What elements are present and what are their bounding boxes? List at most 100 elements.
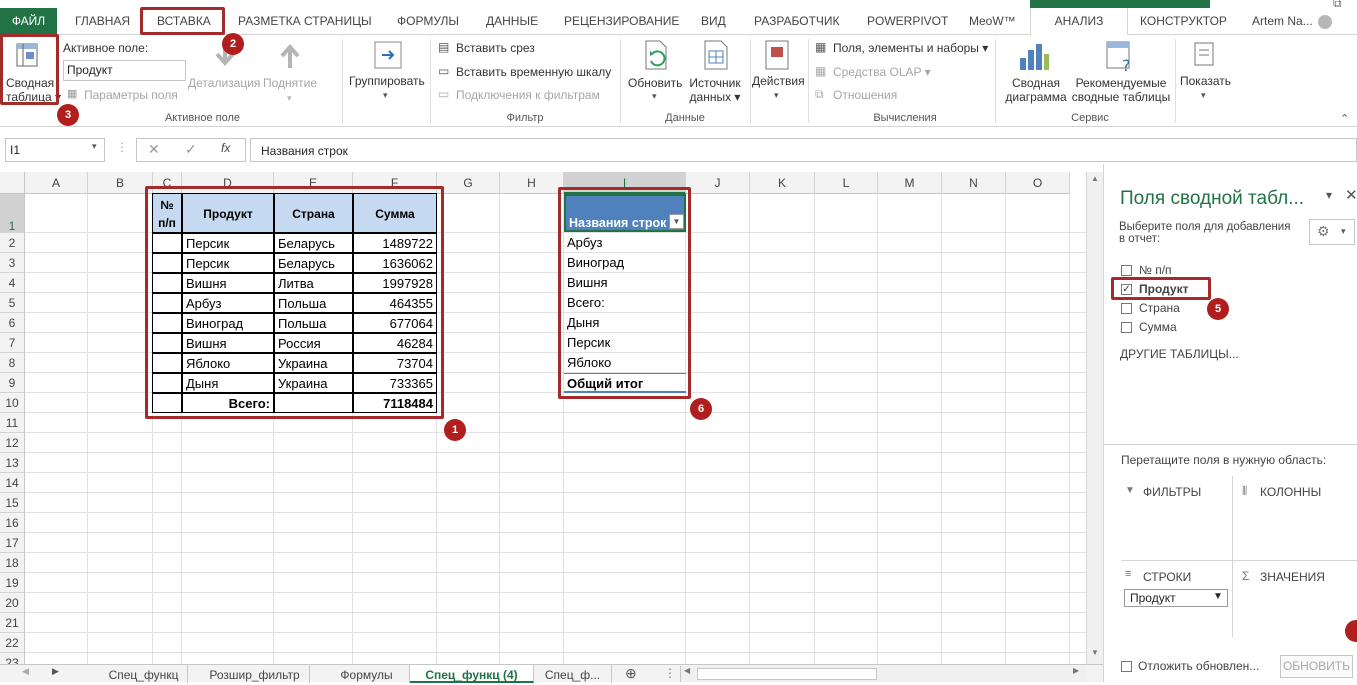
sheet-tab[interactable]: Спец_функц	[100, 665, 188, 683]
values-area[interactable]: Σ ЗНАЧЕНИЯ	[1234, 561, 1354, 637]
column-header-h[interactable]: H	[500, 172, 564, 194]
group-button[interactable]: Группировать	[349, 74, 425, 88]
row-header-1[interactable]: 1	[0, 194, 25, 233]
update-button[interactable]: ОБНОВИТЬ	[1280, 655, 1353, 678]
tab-file[interactable]: ФАЙЛ	[0, 8, 57, 35]
field-checkbox[interactable]	[1121, 303, 1132, 314]
drillup-button[interactable]: Поднятие	[263, 76, 317, 90]
row-header-17[interactable]: 17	[0, 533, 25, 553]
user-avatar[interactable]	[1318, 15, 1332, 29]
field-checkbox[interactable]	[1121, 265, 1132, 276]
show-button[interactable]: Показать	[1180, 74, 1231, 88]
field-settings-button[interactable]: Параметры поля	[84, 88, 178, 102]
collapse-ribbon-icon[interactable]: ⌃	[1340, 112, 1349, 125]
tab-formulas[interactable]: ФОРМУЛЫ	[397, 8, 459, 35]
row-header-10[interactable]: 10	[0, 393, 25, 413]
drilldown-button[interactable]: Детализация	[188, 76, 260, 90]
column-header-g[interactable]: G	[437, 172, 500, 194]
filters-area[interactable]: ▼ ФИЛЬТРЫ	[1121, 476, 1233, 560]
column-header-m[interactable]: M	[878, 172, 942, 194]
sheet-tab[interactable]: Розшир_фильтр	[200, 665, 310, 683]
scroll-right-icon[interactable]: ▶	[1073, 666, 1079, 675]
rows-area[interactable]: ≡ СТРОКИ Продукт ▼	[1121, 561, 1233, 637]
insert-slicer-button[interactable]: Вставить срез	[456, 41, 535, 55]
recommended-pivot-button[interactable]: Рекомендуемые сводные таблицы	[1071, 76, 1171, 104]
name-box[interactable]: I1	[5, 138, 105, 162]
pivot-chart-button[interactable]: Сводная диаграмма	[1005, 76, 1067, 104]
scroll-down-icon[interactable]: ▼	[1091, 648, 1099, 657]
insert-function-icon[interactable]: fx	[221, 141, 230, 155]
row-header-19[interactable]: 19	[0, 573, 25, 593]
row-header-22[interactable]: 22	[0, 633, 25, 653]
row-header-5[interactable]: 5	[0, 293, 25, 313]
relationships-button[interactable]: Отношения	[833, 88, 897, 102]
name-box-dropdown-icon[interactable]: ▾	[92, 141, 97, 152]
row-header-6[interactable]: 6	[0, 313, 25, 333]
row-header-7[interactable]: 7	[0, 333, 25, 353]
active-field-input[interactable]: Продукт	[63, 60, 186, 81]
fields-items-sets-button[interactable]: Поля, элементы и наборы ▾	[833, 41, 988, 55]
pane-menu-icon[interactable]: ▾	[1326, 188, 1332, 202]
sheet-tab[interactable]: Спец_ф...	[534, 665, 612, 683]
tab-analyze[interactable]: АНАЛИЗ	[1030, 8, 1128, 36]
field-checkbox[interactable]	[1121, 322, 1132, 333]
vertical-scrollbar[interactable]: ▲ ▼	[1086, 172, 1103, 664]
row-header-3[interactable]: 3	[0, 253, 25, 273]
show-dropdown-icon[interactable]: ▾	[1201, 90, 1206, 101]
user-name[interactable]: Artem Na...	[1252, 8, 1313, 35]
sheet-tab[interactable]: Формулы	[324, 665, 410, 683]
restore-icon[interactable]: ⧉	[1333, 0, 1342, 8]
field-label[interactable]: № п/п	[1139, 263, 1172, 277]
row-header-12[interactable]: 12	[0, 433, 25, 453]
cancel-icon[interactable]: ✕	[148, 141, 160, 158]
tab-review[interactable]: РЕЦЕНЗИРОВАНИЕ	[564, 8, 679, 35]
field-label[interactable]: Сумма	[1139, 320, 1177, 334]
sheet-next-icon[interactable]: ▶	[52, 666, 59, 677]
tab-page-layout[interactable]: РАЗМЕТКА СТРАНИЦЫ	[238, 8, 372, 35]
enter-icon[interactable]: ✓	[185, 141, 197, 158]
pane-settings-button[interactable]: ⚙ ▾	[1309, 219, 1355, 245]
row-header-18[interactable]: 18	[0, 553, 25, 573]
tab-home[interactable]: ГЛАВНАЯ	[75, 8, 130, 35]
defer-update-checkbox[interactable]	[1121, 661, 1132, 672]
formula-bar-handle-icon[interactable]: ⋮	[116, 140, 128, 154]
row-header-11[interactable]: 11	[0, 413, 25, 433]
select-all-corner[interactable]	[0, 172, 25, 194]
row-header-9[interactable]: 9	[0, 373, 25, 393]
row-header-2[interactable]: 2	[0, 233, 25, 253]
refresh-dropdown-icon[interactable]: ▾	[652, 91, 657, 102]
column-header-k[interactable]: K	[750, 172, 815, 194]
row-header-21[interactable]: 21	[0, 613, 25, 633]
scroll-left-icon[interactable]: ◀	[684, 666, 690, 675]
row-header-8[interactable]: 8	[0, 353, 25, 373]
column-header-o[interactable]: O	[1006, 172, 1070, 194]
tab-design[interactable]: КОНСТРУКТОР	[1140, 8, 1227, 35]
column-header-l[interactable]: L	[815, 172, 878, 194]
tab-developer[interactable]: РАЗРАБОТЧИК	[754, 8, 840, 35]
scroll-up-icon[interactable]: ▲	[1091, 174, 1099, 183]
tab-meow[interactable]: MeoW™	[969, 8, 1016, 35]
horizontal-scrollbar[interactable]: ◀ ▶	[680, 666, 1086, 682]
formula-input[interactable]: Названия строк	[250, 138, 1357, 162]
row-header-20[interactable]: 20	[0, 593, 25, 613]
filter-connections-button[interactable]: Подключения к фильтрам	[456, 88, 600, 102]
column-header-n[interactable]: N	[942, 172, 1006, 194]
sheet-tab[interactable]: Спец_функц (4)	[410, 665, 534, 683]
row-header-15[interactable]: 15	[0, 493, 25, 513]
row-header-4[interactable]: 4	[0, 273, 25, 293]
tab-data[interactable]: ДАННЫЕ	[486, 8, 538, 35]
add-sheet-icon[interactable]: ⊕	[625, 665, 637, 682]
rows-field-item[interactable]: Продукт ▼	[1124, 589, 1228, 607]
tab-view[interactable]: ВИД	[701, 8, 726, 35]
olap-tools-button[interactable]: Средства OLAP ▾	[833, 65, 931, 79]
columns-area[interactable]: ⦀ КОЛОННЫ	[1234, 476, 1354, 560]
sheet-menu-icon[interactable]: ⋮	[664, 666, 676, 680]
row-header-16[interactable]: 16	[0, 513, 25, 533]
drillup-dropdown-icon[interactable]: ▾	[287, 93, 292, 104]
sheet-prev-icon[interactable]: ◀	[22, 666, 29, 677]
other-tables-link[interactable]: ДРУГИЕ ТАБЛИЦЫ...	[1120, 347, 1239, 361]
tab-powerpivot[interactable]: POWERPIVOT	[867, 8, 948, 35]
refresh-button[interactable]: Обновить	[628, 76, 682, 90]
column-header-b[interactable]: B	[88, 172, 153, 194]
row-header-14[interactable]: 14	[0, 473, 25, 493]
